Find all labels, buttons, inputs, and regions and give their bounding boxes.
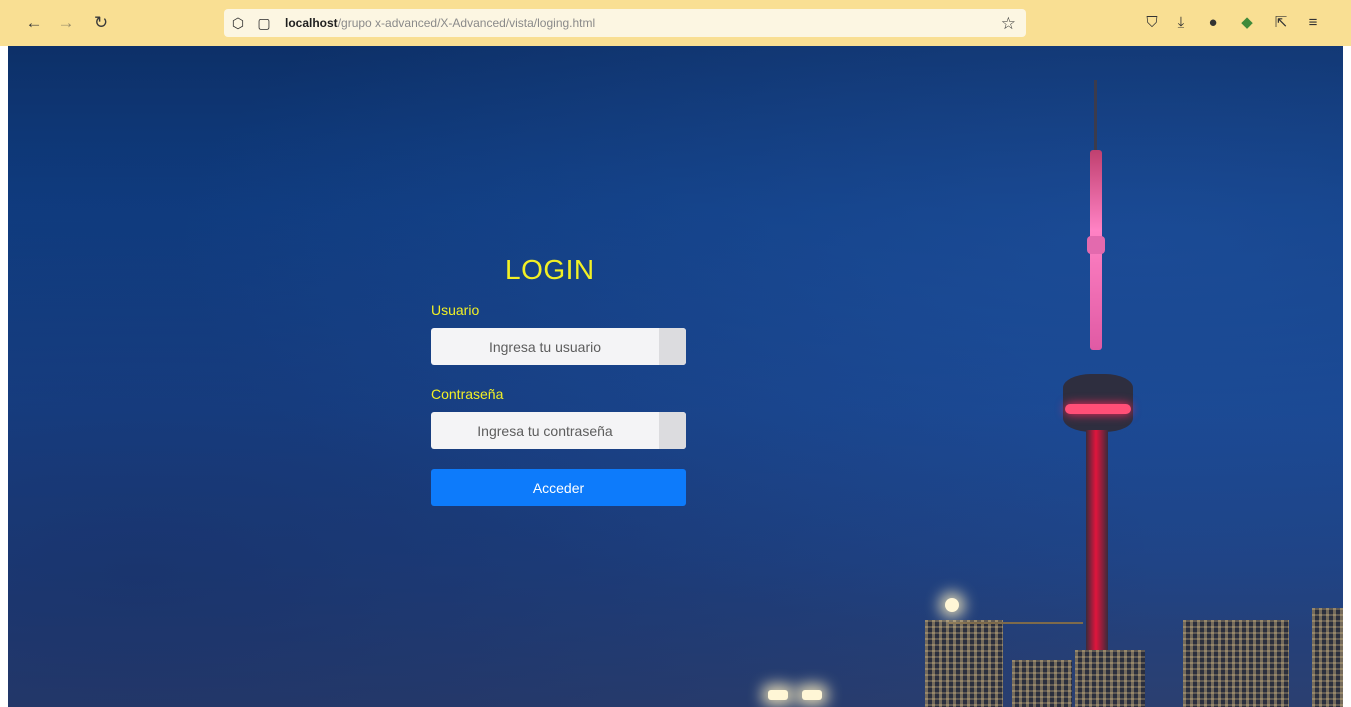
username-input-addon [659,328,686,365]
back-icon[interactable]: ← [25,14,43,32]
page-icon[interactable]: ▢ [256,15,272,31]
extension-icon[interactable]: ◆ [1238,14,1256,32]
password-input-addon [659,412,686,449]
tower-lower-shaft [1086,430,1108,660]
tower-main-pod [1063,374,1133,432]
download-icon[interactable]: ⤓ [1172,14,1190,32]
share-icon[interactable]: ⇱ [1272,14,1290,32]
password-field[interactable] [431,412,686,449]
construction-crane [948,622,1083,624]
tower-antenna [1094,80,1097,160]
shield-icon[interactable]: ⬡ [230,15,246,31]
crane-light [945,598,959,612]
tower-light-ring [1065,404,1131,414]
url-text[interactable]: localhost/grupo x-advanced/X-Advanced/vi… [285,16,595,30]
url-host: localhost [285,16,338,30]
page-background [8,46,1343,707]
street-light [768,690,788,700]
username-input[interactable] [431,328,659,365]
skyline-building [1183,620,1289,707]
profile-icon[interactable]: ● [1204,14,1222,32]
skyline-building [1075,650,1145,707]
skyline-building [925,620,1003,707]
password-input[interactable] [431,412,659,449]
skyline-building [1012,660,1072,707]
skyline-building [1312,608,1343,707]
menu-icon[interactable]: ≡ [1304,14,1322,32]
browser-toolbar: ← → ↻ ⬡ ▢ localhost/grupo x-advanced/X-A… [0,0,1351,46]
url-path: /grupo x-advanced/X-Advanced/vista/login… [337,16,596,30]
street-light [802,690,822,700]
window-edge [1343,46,1351,707]
username-label: Usuario [431,302,480,318]
acceder-button[interactable]: Acceder [431,469,686,506]
reload-icon[interactable]: ↻ [92,14,110,32]
forward-icon[interactable]: → [57,14,75,32]
tower-skypod [1087,236,1105,254]
pocket-icon[interactable]: ⛉ [1143,14,1161,32]
password-label: Contraseña [431,386,504,402]
bookmark-star-icon[interactable]: ☆ [1001,14,1016,34]
login-title: LOGIN [505,254,595,285]
username-field[interactable] [431,328,686,365]
address-bar[interactable]: ⬡ ▢ localhost/grupo x-advanced/X-Advance… [224,9,1026,37]
